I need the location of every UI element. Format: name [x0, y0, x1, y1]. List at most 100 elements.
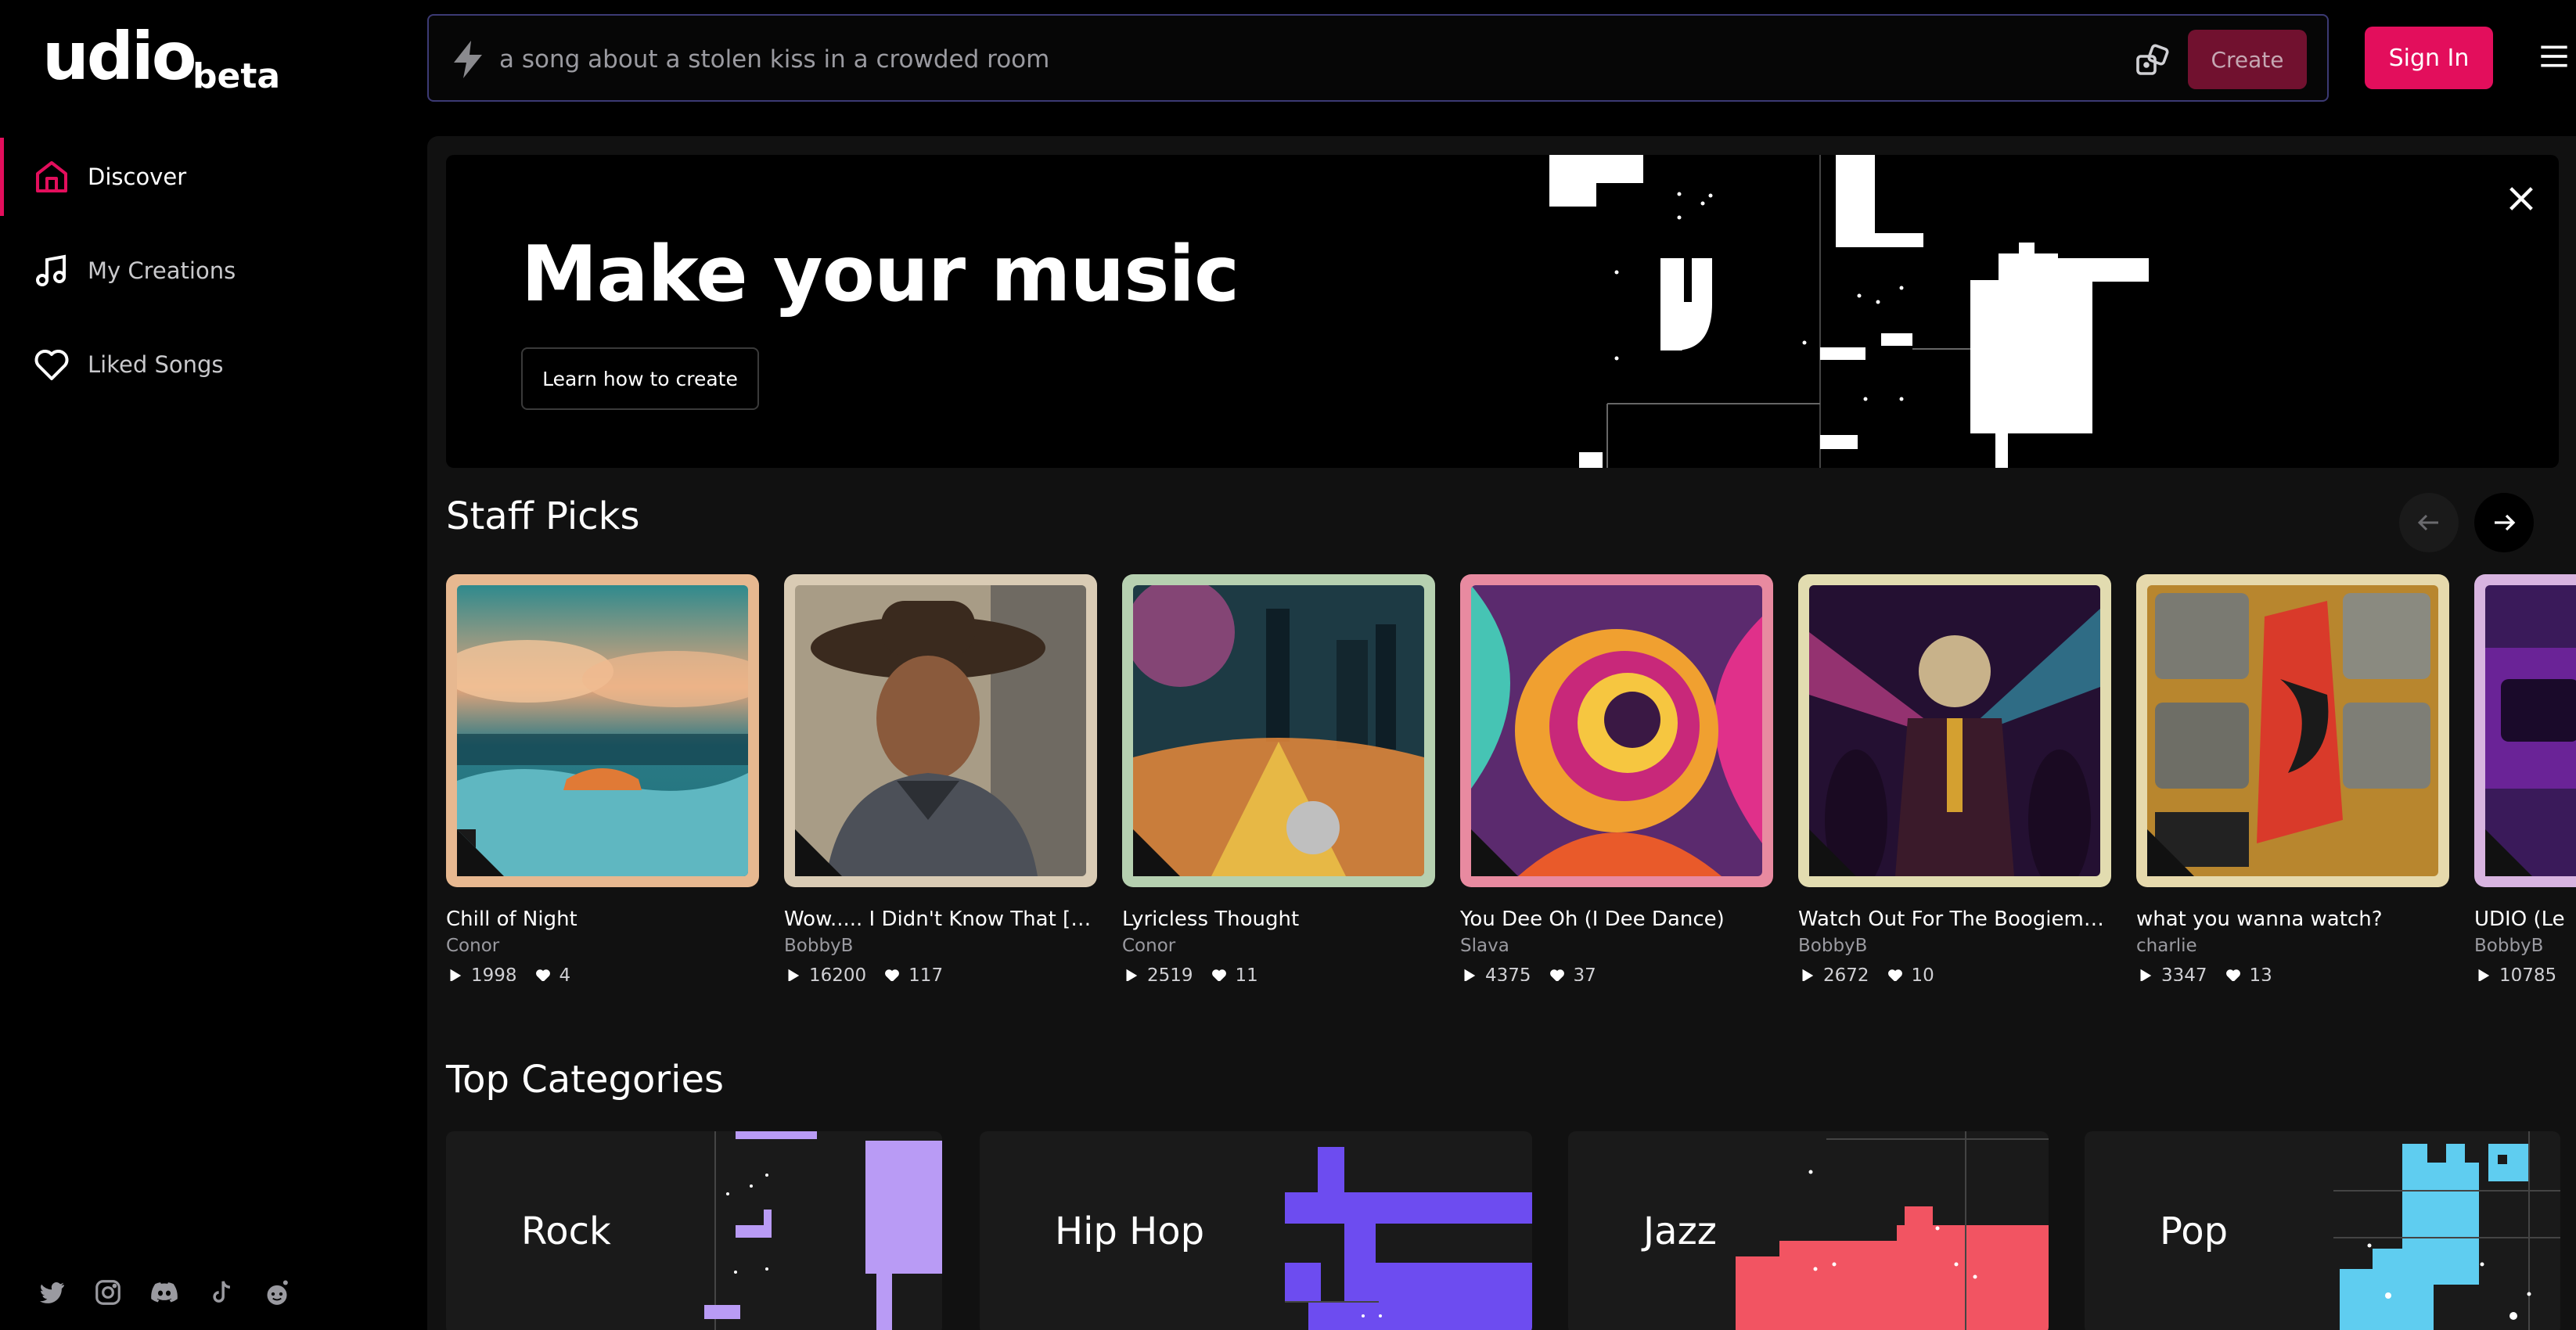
heart-icon	[34, 350, 69, 380]
category-label: Jazz	[1643, 1210, 1717, 1253]
song-title[interactable]: Lyricless Thought	[1122, 908, 1435, 931]
category-card-rock[interactable]: Rock	[446, 1131, 942, 1330]
social-links	[34, 1275, 294, 1310]
udio-logo[interactable]: udio beta	[42, 23, 293, 102]
top-categories-row: Rock Hip Hop Jazz Pop	[446, 1131, 2576, 1330]
sidebar-item-label: My Creations	[88, 257, 236, 284]
hamburger-menu-icon[interactable]	[2538, 41, 2570, 72]
song-title[interactable]: Wow..... I Didn't Know That [Full...	[784, 908, 1097, 931]
logo-beta-badge: beta	[192, 56, 281, 96]
discord-icon[interactable]	[147, 1275, 182, 1310]
song-card-you-dee-oh[interactable]: You Dee Oh (I Dee Dance) Slava 4375 37	[1460, 574, 1773, 981]
like-count: 11	[1235, 965, 1258, 981]
play-count: 4375	[1485, 965, 1531, 981]
sign-in-button[interactable]: Sign In	[2365, 27, 2493, 89]
logo-text: udio	[42, 18, 196, 95]
category-label: Pop	[2160, 1210, 2229, 1253]
sidebar-item-liked-songs[interactable]: Liked Songs	[0, 325, 427, 404]
song-cover	[1122, 574, 1435, 887]
like-count: 10	[1911, 965, 1934, 981]
song-card-chill-of-night[interactable]: Chill of Night Conor 1998 4	[446, 574, 759, 981]
song-card-watch-out-for-the-boogieman[interactable]: Watch Out For The Boogieman, ... BobbyB …	[1798, 574, 2111, 981]
play-icon	[788, 969, 800, 981]
top-categories-title: Top Categories	[446, 1058, 724, 1102]
sidebar-item-discover[interactable]: Discover	[0, 138, 427, 216]
song-artist[interactable]: Conor	[1122, 936, 1435, 956]
song-card-udio[interactable]: UDIO (Le BobbyB 10785	[2474, 574, 2576, 981]
reddit-icon[interactable]	[260, 1275, 294, 1310]
song-artist[interactable]: charlie	[2136, 936, 2449, 956]
song-cover	[784, 574, 1097, 887]
play-icon	[2478, 969, 2490, 981]
like-count: 13	[2249, 965, 2272, 981]
song-title[interactable]: UDIO (Le	[2474, 908, 2576, 931]
banner-pixel-art	[1549, 155, 2149, 468]
song-title[interactable]: You Dee Oh (I Dee Dance)	[1460, 908, 1773, 931]
carousel-next-button[interactable]	[2474, 493, 2534, 552]
category-label: Rock	[521, 1210, 611, 1253]
song-stats: 3347 13	[2136, 965, 2449, 981]
like-count: 37	[1573, 965, 1596, 981]
learn-how-button[interactable]: Learn how to create	[521, 347, 759, 410]
song-cover	[446, 574, 759, 887]
sidebar-item-label: Liked Songs	[88, 351, 224, 378]
tiktok-icon[interactable]	[203, 1275, 238, 1310]
close-icon[interactable]	[2506, 183, 2537, 214]
music-note-icon	[36, 254, 66, 286]
play-count: 1998	[471, 965, 517, 981]
song-artist[interactable]: BobbyB	[784, 936, 1097, 956]
staff-picks-title: Staff Picks	[446, 494, 640, 538]
song-title[interactable]: what you wanna watch?	[2136, 908, 2449, 931]
sidebar-item-my-creations[interactable]: My Creations	[0, 232, 427, 310]
song-artist[interactable]: Slava	[1460, 936, 1773, 956]
main-content: Make your music Learn how to create Staf…	[427, 136, 2576, 1330]
song-card-lyricless-thought[interactable]: Lyricless Thought Conor 2519 11	[1122, 574, 1435, 981]
play-count: 16200	[809, 965, 867, 981]
song-cover	[2474, 574, 2576, 887]
song-artist[interactable]: BobbyB	[1798, 936, 2111, 956]
heart-icon	[1211, 969, 1226, 981]
song-title[interactable]: Chill of Night	[446, 908, 759, 931]
staff-picks-carousel: Chill of Night Conor 1998 4 Wow..... I D…	[446, 574, 2576, 981]
banner-title: Make your music	[521, 230, 1239, 319]
song-cover	[1798, 574, 2111, 887]
prompt-input[interactable]	[499, 38, 1986, 81]
song-card-what-you-wanna-watch[interactable]: what you wanna watch? charlie 3347 13	[2136, 574, 2449, 981]
sidebar: udio beta Discover My Creations Liked So…	[0, 0, 427, 1330]
udio-corner-icon	[1133, 829, 1180, 876]
carousel-prev-button[interactable]	[2399, 493, 2459, 552]
play-icon	[2140, 969, 2152, 981]
lightning-icon	[454, 41, 482, 78]
category-art	[1736, 1131, 2049, 1330]
song-artist[interactable]: BobbyB	[2474, 936, 2576, 956]
udio-corner-icon	[2485, 829, 2532, 876]
category-card-pop[interactable]: Pop	[2085, 1131, 2560, 1330]
song-cover	[1460, 574, 1773, 887]
instagram-icon[interactable]	[91, 1275, 125, 1310]
song-stats: 2672 10	[1798, 965, 2111, 981]
song-stats: 2519 11	[1122, 965, 1435, 981]
song-card-wow-i-didnt-know-that[interactable]: Wow..... I Didn't Know That [Full... Bob…	[784, 574, 1097, 981]
random-prompt-icon[interactable]	[2133, 42, 2171, 80]
heart-icon	[1549, 969, 1564, 981]
category-card-jazz[interactable]: Jazz	[1568, 1131, 2049, 1330]
udio-corner-icon	[457, 829, 504, 876]
heart-icon	[2225, 969, 2240, 981]
play-icon	[1464, 969, 1476, 981]
sidebar-item-label: Discover	[88, 164, 187, 190]
category-art	[704, 1131, 942, 1330]
play-icon	[1802, 969, 1814, 981]
home-icon	[36, 161, 67, 192]
twitter-icon[interactable]	[34, 1275, 69, 1310]
heart-icon	[885, 969, 900, 981]
play-icon	[1126, 969, 1138, 981]
play-count: 2672	[1823, 965, 1869, 981]
song-title[interactable]: Watch Out For The Boogieman, ...	[1798, 908, 2111, 931]
category-art	[1285, 1147, 1532, 1330]
category-card-hip-hop[interactable]: Hip Hop	[980, 1131, 1532, 1330]
heart-icon	[1887, 969, 1902, 981]
create-button[interactable]: Create	[2188, 30, 2307, 89]
udio-corner-icon	[2147, 829, 2194, 876]
song-artist[interactable]: Conor	[446, 936, 759, 956]
category-label: Hip Hop	[1055, 1210, 1205, 1253]
